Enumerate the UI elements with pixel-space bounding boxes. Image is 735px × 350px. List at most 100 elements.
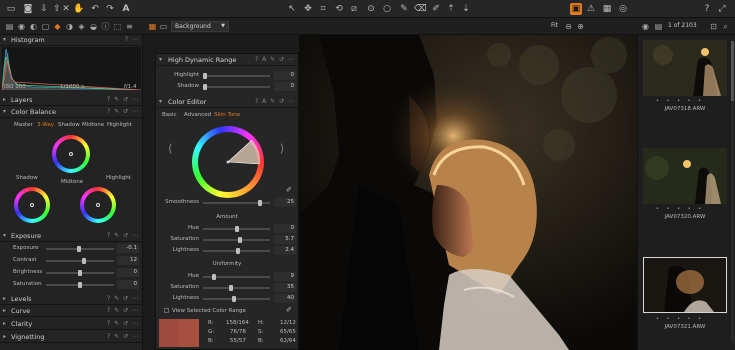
slider-value-field[interactable]: 0 (274, 82, 296, 91)
slider-value-field[interactable]: 0 (117, 280, 139, 289)
crop-icon[interactable]: ⌗ (317, 3, 329, 15)
slider-track[interactable] (203, 274, 270, 280)
slider-track[interactable] (203, 84, 270, 90)
slider-handle[interactable] (238, 237, 242, 243)
tool-controls[interactable]: ? ✎ ↺ ⋯ (107, 108, 139, 115)
midtone-wheel[interactable] (52, 135, 90, 173)
collapse-icon[interactable]: ▾ (3, 232, 6, 239)
tab-3-way[interactable]: 3-Way (37, 122, 54, 128)
eye-icon[interactable]: ◉ (640, 21, 651, 32)
tool-controls[interactable]: ? A ✎ ↺ ⋯ (255, 56, 295, 63)
hdr-header[interactable]: ▾ High Dynamic Range ? A ✎ ↺ ⋯ (156, 55, 298, 66)
clarity-header[interactable]: ▸ Clarity ? ✎ ↺ ⋯ (0, 319, 143, 330)
layers-header[interactable]: ▸ Layers ? ✎ ↺ ⋯ (0, 95, 143, 106)
grid-icon[interactable]: ▦ (601, 3, 613, 15)
viewer-icon[interactable]: ▭ (158, 21, 169, 32)
expand-icon[interactable]: ▸ (3, 320, 6, 327)
slider-lightness[interactable]: Lightness 40 (156, 294, 298, 304)
tool-controls[interactable]: ? ✎ ↺ ⋯ (107, 307, 139, 314)
expand-icon[interactable]: ▸ (3, 96, 6, 103)
thumbnail-1[interactable] (643, 148, 727, 204)
spot-icon[interactable]: ⊙ (365, 3, 377, 15)
slider-value-field[interactable]: 25 (274, 198, 296, 207)
slider-track[interactable] (203, 226, 270, 232)
slider-track[interactable] (203, 296, 270, 302)
background-select[interactable]: Background ▼ (171, 21, 229, 32)
hand-icon[interactable]: ✋ (73, 3, 85, 15)
slider-highlight[interactable]: Highlight 0 (156, 71, 298, 81)
exposure-header[interactable]: ▾ Exposure ? ✎ ↺ ⋯ (0, 231, 143, 242)
tab-shadow[interactable]: Shadow (58, 122, 80, 128)
slider-saturation[interactable]: Saturation 0 (0, 280, 143, 290)
import-icon[interactable]: ⇩ (38, 3, 50, 15)
slider-handle[interactable] (77, 246, 81, 252)
help-icon[interactable]: ? (701, 3, 713, 15)
expand-icon[interactable]: ⤢ (716, 3, 728, 15)
slider-handle[interactable] (232, 296, 236, 302)
highlight-wheel-handle[interactable] (96, 203, 100, 207)
highlight-wheel[interactable] (80, 187, 116, 223)
batch-tab-icon[interactable]: ≡ (124, 21, 135, 32)
slider-value-field[interactable]: 9 (274, 272, 296, 281)
pan-icon[interactable]: ✥ (302, 3, 314, 15)
glasses-icon[interactable]: ◎ (617, 3, 629, 15)
tool-controls[interactable]: ? ✎ ↺ ⋯ (107, 295, 139, 302)
expand-icon[interactable]: ▸ (3, 333, 6, 340)
search-icon[interactable]: ⌕ (720, 21, 731, 32)
eraser-icon[interactable]: ⌫ (414, 3, 427, 15)
slider-handle[interactable] (78, 282, 82, 288)
color-tab-icon[interactable]: ◆ (52, 21, 63, 32)
slider-track[interactable] (203, 200, 270, 206)
slider-track[interactable] (46, 246, 114, 252)
thumb-size-icon[interactable]: ⊡ (708, 21, 719, 32)
tool-controls[interactable]: ? ⋯ (125, 36, 139, 43)
tab-advanced[interactable]: Advanced (184, 112, 211, 118)
slider-shadow[interactable]: Shadow 0 (156, 82, 298, 92)
tool-controls[interactable]: ? ✎ ↺ ⋯ (107, 320, 139, 327)
filmstrip-scrollbar[interactable] (731, 41, 734, 341)
wheel-rotate-right-icon[interactable]: ⟩ (280, 142, 284, 155)
collapse-icon[interactable]: ▾ (159, 56, 162, 63)
collapse-icon[interactable]: ▾ (3, 36, 6, 43)
compare-icon[interactable]: ▣ (570, 3, 582, 15)
output-tab-icon[interactable]: ⬚ (112, 21, 123, 32)
slider-handle[interactable] (78, 270, 82, 276)
local-tab-icon[interactable]: ◒ (88, 21, 99, 32)
filmstrip-grid-icon[interactable]: ▤ (653, 21, 664, 32)
slider-value-field[interactable]: 40 (274, 294, 296, 303)
shadow-wheel[interactable] (14, 187, 50, 223)
slider-track[interactable] (203, 237, 270, 243)
camera-icon[interactable]: ◙ (22, 3, 34, 15)
slider-brightness[interactable]: Brightness 0 (0, 268, 143, 278)
eyedropper-icon[interactable]: ✐ (286, 186, 292, 194)
thumbnail-0-rating[interactable]: • • • • • (656, 98, 704, 104)
slider-handle[interactable] (203, 73, 207, 79)
collapse-icon[interactable]: ▾ (3, 108, 6, 115)
detail-tab-icon[interactable]: ◈ (76, 21, 87, 32)
slider-value-field[interactable]: 0 (274, 71, 296, 80)
thumbnail-2[interactable] (643, 257, 727, 313)
slider-contrast[interactable]: Contrast 12 (0, 256, 143, 266)
tab-midtone[interactable]: Midtone (82, 122, 104, 128)
slider-value-field[interactable]: 35 (274, 283, 296, 292)
slider-smoothness[interactable]: Smoothness 25 (156, 198, 298, 208)
slider-saturation[interactable]: Saturation 5.7 (156, 235, 298, 245)
tab-skin-tone[interactable]: Skin Tone (214, 112, 240, 118)
slider-value-field[interactable]: 0 (117, 268, 139, 277)
paste-icon[interactable]: ⇣ (460, 3, 472, 15)
slider-value-field[interactable]: 0 (274, 224, 296, 233)
view-selected-color-range[interactable]: View Selected Color Range (164, 308, 246, 314)
zoom-label[interactable]: Fit (551, 22, 558, 29)
capture-tab-icon[interactable]: ◉ (16, 21, 27, 32)
slider-handle[interactable] (212, 274, 216, 280)
picker-icon[interactable]: ✐ (286, 306, 292, 314)
tab-highlight[interactable]: Highlight (107, 122, 132, 128)
slider-value-field[interactable]: -0.1 (117, 244, 139, 253)
thumbnail-2-rating[interactable]: • • • • • (656, 316, 704, 322)
view-mode-icon[interactable]: ▦ (147, 21, 158, 32)
slider-track[interactable] (46, 282, 114, 288)
slider-track[interactable] (46, 258, 114, 264)
text-icon[interactable]: A (120, 3, 132, 15)
levels-header[interactable]: ▸ Levels ? ✎ ↺ ⋯ (0, 294, 143, 305)
exposure-warning-icon[interactable]: ⚠ (585, 3, 597, 15)
